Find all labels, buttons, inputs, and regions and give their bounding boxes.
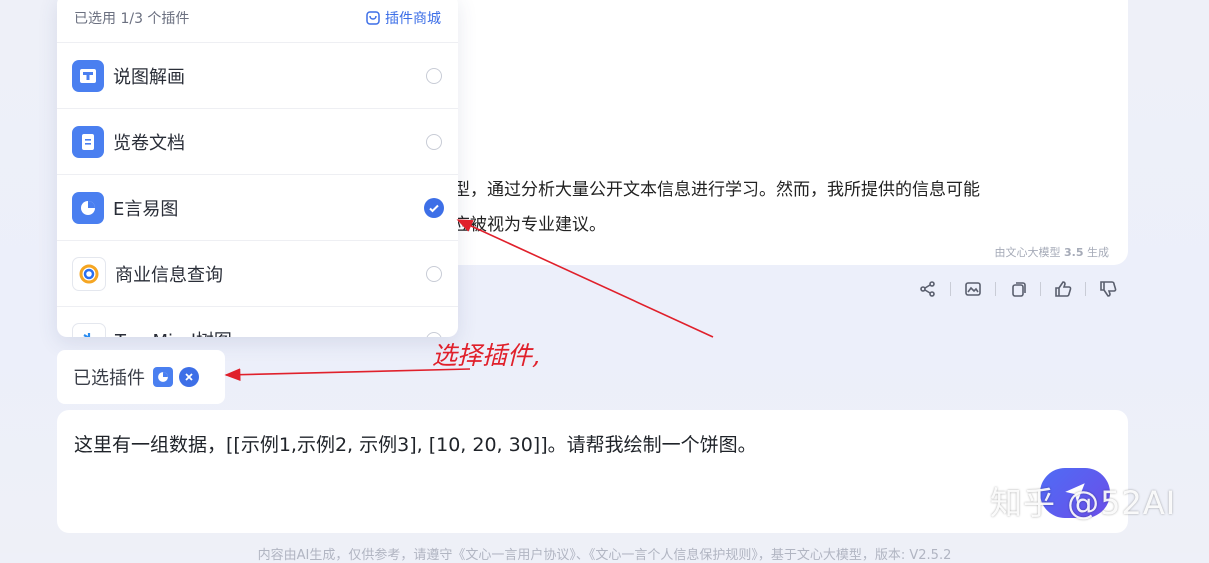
share-icon[interactable] bbox=[914, 275, 942, 303]
plugin-radio[interactable] bbox=[426, 265, 442, 282]
prompt-input[interactable]: 这里有一组数据，[[示例1,示例2, 示例3], [10, 20, 30]]。请… bbox=[74, 430, 757, 457]
document-icon bbox=[72, 125, 104, 158]
plugin-item-treemind[interactable]: TreeMind树图 bbox=[57, 307, 458, 337]
plugin-radio[interactable] bbox=[426, 67, 442, 84]
watermark: 知乎 @52AI bbox=[990, 484, 1177, 522]
pie-chart-icon bbox=[72, 191, 104, 224]
plugin-checked-icon[interactable] bbox=[424, 197, 444, 218]
business-search-icon bbox=[72, 256, 106, 291]
selected-plugin-chip: 已选插件 bbox=[57, 350, 225, 404]
tree-icon bbox=[72, 322, 106, 337]
image-icon[interactable] bbox=[959, 275, 987, 303]
answer-line-1: 型，通过分析大量公开文本信息进行学习。然而，我所提供的信息可能 bbox=[453, 180, 980, 200]
copy-icon[interactable] bbox=[1004, 275, 1032, 303]
plugin-item-shuotu[interactable]: 说图解画 bbox=[57, 43, 458, 109]
chat-input-area[interactable]: 这里有一组数据，[[示例1,示例2, 示例3], [10, 20, 30]]。请… bbox=[57, 410, 1128, 533]
remove-plugin-icon[interactable] bbox=[179, 367, 199, 387]
answer-actions bbox=[914, 275, 1122, 303]
image-text-icon bbox=[72, 59, 104, 92]
answer-line-2: 应被视为专业建议。 bbox=[453, 215, 606, 235]
plugin-panel: 已选用 1/3 个插件 插件商城 说图解画 览卷文档 E言易图 商业信息查询 bbox=[57, 0, 458, 337]
annotation-text: 选择插件, bbox=[432, 341, 540, 370]
store-icon bbox=[366, 11, 380, 25]
thumbs-up-icon[interactable] bbox=[1049, 275, 1077, 303]
plugin-item-business[interactable]: 商业信息查询 bbox=[57, 241, 458, 307]
answer-text: 型，通过分析大量公开文本信息进行学习。然而，我所提供的信息可能 应被视为专业建议… bbox=[453, 173, 1113, 243]
plugin-name: E言易图 bbox=[113, 198, 179, 220]
generated-by-note: 由文心大模型 3.5 生成 bbox=[994, 246, 1110, 259]
plugin-item-lanjuan[interactable]: 览卷文档 bbox=[57, 109, 458, 175]
plugin-store-link[interactable]: 插件商城 bbox=[365, 8, 441, 28]
plugin-name: 商业信息查询 bbox=[115, 264, 223, 286]
plugin-radio[interactable] bbox=[426, 133, 442, 150]
selected-plugin-label: 已选插件 bbox=[73, 368, 145, 389]
footer-disclaimer: 内容由AI生成，仅供参考，请遵守《文心一言用户协议》、《文心一言个人信息保护规则… bbox=[257, 548, 952, 563]
plugin-panel-header: 已选用 1/3 个插件 插件商城 bbox=[57, 0, 458, 43]
plugin-item-eyanyitu[interactable]: E言易图 bbox=[57, 175, 458, 241]
pie-chart-icon bbox=[153, 367, 173, 387]
plugin-name: 览卷文档 bbox=[113, 132, 185, 154]
plugin-name: 说图解画 bbox=[113, 66, 185, 88]
plugin-name: TreeMind树图 bbox=[115, 327, 426, 338]
thumbs-down-icon[interactable] bbox=[1094, 275, 1122, 303]
plugin-count-label: 已选用 1/3 个插件 bbox=[74, 11, 190, 27]
